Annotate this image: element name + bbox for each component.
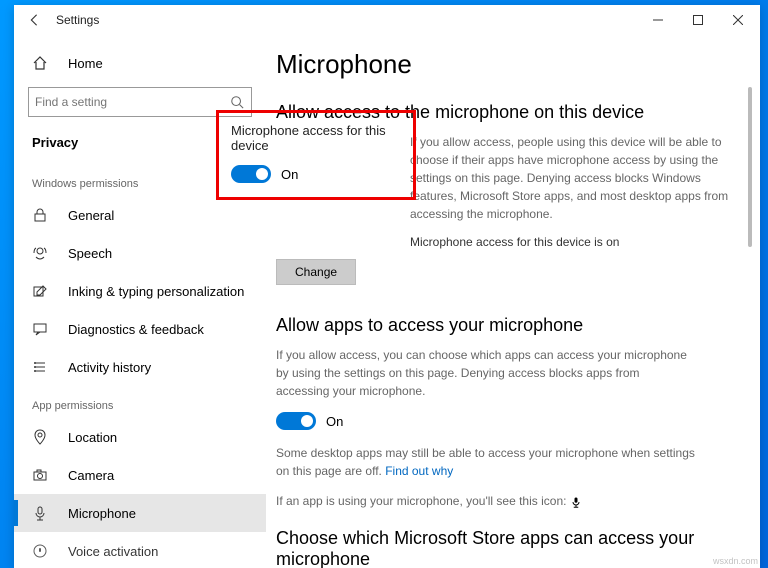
- pen-icon: [32, 283, 52, 299]
- search-icon: [229, 95, 245, 109]
- page-title: Microphone: [276, 49, 732, 80]
- search-input[interactable]: [35, 95, 229, 109]
- sidebar: Home Privacy Windows permissions General…: [14, 35, 266, 568]
- sidebar-home-label: Home: [68, 56, 103, 71]
- nav-label: Camera: [68, 468, 114, 483]
- section1-status: Microphone access for this device is on: [410, 235, 732, 249]
- sidebar-item-speech[interactable]: Speech: [14, 234, 266, 272]
- section2-desc: If you allow access, you can choose whic…: [276, 346, 696, 400]
- nav-label: Microphone: [68, 506, 136, 521]
- allow-apps-toggle[interactable]: [276, 412, 316, 430]
- sidebar-group-app: App permissions: [14, 386, 266, 418]
- sidebar-item-location[interactable]: Location: [14, 418, 266, 456]
- nav-label: Speech: [68, 246, 112, 261]
- sidebar-item-inking[interactable]: Inking & typing personalization: [14, 272, 266, 310]
- main-panel: Microphone Allow access to the microphon…: [266, 35, 760, 568]
- nav-label: Location: [68, 430, 117, 445]
- lock-icon: [32, 207, 52, 223]
- nav-label: General: [68, 208, 114, 223]
- search-box[interactable]: [28, 87, 252, 117]
- watermark: wsxdn.com: [713, 556, 758, 566]
- sidebar-item-camera[interactable]: Camera: [14, 456, 266, 494]
- sidebar-item-diagnostics[interactable]: Diagnostics & feedback: [14, 310, 266, 348]
- minimize-button[interactable]: [638, 5, 678, 35]
- back-button[interactable]: [22, 8, 46, 32]
- microphone-icon: [32, 505, 52, 521]
- voice-icon: [32, 543, 52, 559]
- titlebar: Settings: [14, 5, 760, 35]
- scrollbar-thumb[interactable]: [748, 87, 752, 247]
- section2-note1: Some desktop apps may still be able to a…: [276, 444, 696, 480]
- window-controls: [638, 5, 758, 35]
- section1-heading: Allow access to the microphone on this d…: [276, 102, 732, 123]
- feedback-icon: [32, 321, 52, 337]
- change-button[interactable]: Change: [276, 259, 356, 285]
- nav-label: Activity history: [68, 360, 151, 375]
- window-title: Settings: [56, 13, 638, 27]
- sidebar-group-windows: Windows permissions: [14, 164, 266, 196]
- settings-window: Settings Home Privacy Windows permission…: [14, 5, 760, 568]
- location-icon: [32, 429, 52, 445]
- allow-apps-toggle-label: On: [326, 414, 343, 429]
- sidebar-item-microphone[interactable]: Microphone: [14, 494, 266, 532]
- activity-icon: [32, 359, 52, 375]
- sidebar-home[interactable]: Home: [14, 45, 266, 81]
- find-out-why-link[interactable]: Find out why: [385, 464, 453, 478]
- camera-icon: [32, 467, 52, 483]
- home-icon: [32, 55, 52, 71]
- nav-label: Voice activation: [68, 544, 158, 559]
- section3-heading: Choose which Microsoft Store apps can ac…: [276, 528, 732, 568]
- nav-label: Inking & typing personalization: [68, 284, 244, 299]
- scrollbar[interactable]: [742, 35, 752, 568]
- content-area: Home Privacy Windows permissions General…: [14, 35, 760, 568]
- sidebar-item-general[interactable]: General: [14, 196, 266, 234]
- sidebar-item-activity[interactable]: Activity history: [14, 348, 266, 386]
- section2-note2: If an app is using your microphone, you'…: [276, 492, 696, 510]
- section1-desc: If you allow access, people using this d…: [410, 133, 732, 223]
- section2-toggle-row: On: [276, 412, 732, 430]
- section2-heading: Allow apps to access your microphone: [276, 315, 732, 336]
- maximize-button[interactable]: [678, 5, 718, 35]
- close-button[interactable]: [718, 5, 758, 35]
- nav-label: Diagnostics & feedback: [68, 322, 204, 337]
- sidebar-current-category: Privacy: [14, 131, 266, 164]
- speech-icon: [32, 245, 52, 261]
- microphone-indicator-icon: [570, 495, 582, 509]
- sidebar-item-voice-activation[interactable]: Voice activation: [14, 532, 266, 568]
